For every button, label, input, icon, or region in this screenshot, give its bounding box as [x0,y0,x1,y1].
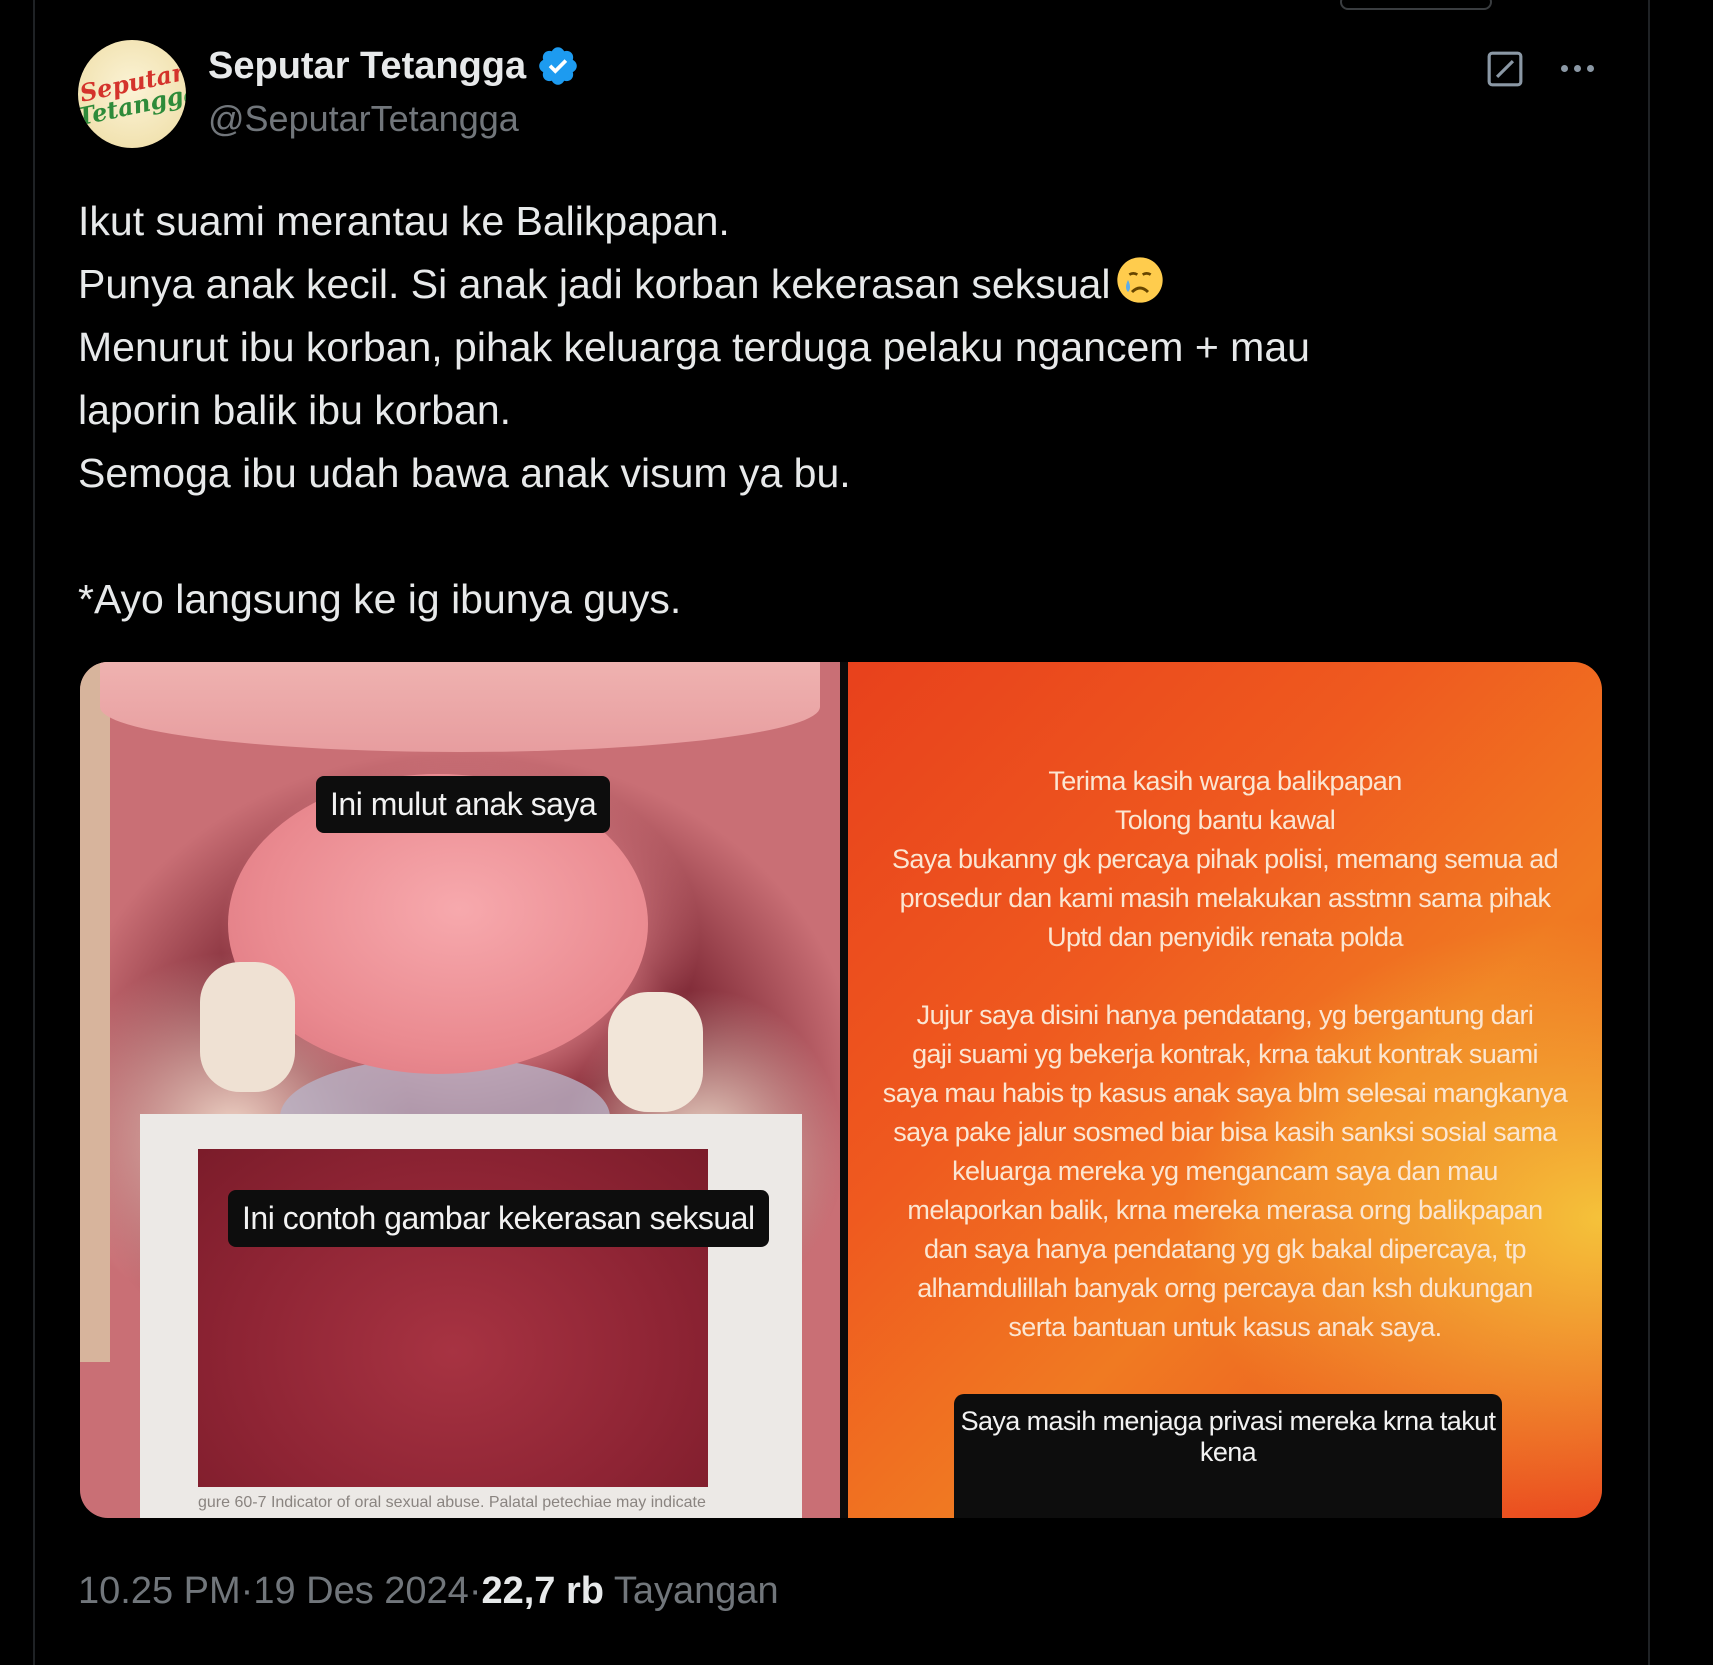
crying-face-emoji-icon [1117,257,1164,303]
author-handle[interactable]: @SeputarTetangga [208,98,519,140]
tweet-media[interactable]: gure 60-7 Indicator of oral sexual abuse… [80,662,1602,1518]
story-line: Jujur saya disini hanya pendatang, yg be… [916,1000,1534,1030]
more-dot [1560,64,1568,72]
story-line: Saya bukanny gk percaya pihak polisi, me… [891,844,1559,874]
photo-tooth [200,962,295,1092]
timeline-border-left [33,0,35,1665]
story-line: dan saya hanya pendatang yg gk bakal dip… [924,1234,1527,1264]
top-button-edge [1340,0,1492,10]
verified-badge-icon [539,47,577,85]
story-line: saya mau habis tp kasus anak saya blm se… [882,1078,1568,1108]
grok-icon[interactable] [1486,50,1524,88]
story-line: gaji suami yg bekerja kontrak, krna taku… [912,1039,1538,1069]
story-line: Uptd dan penyidik renata polda [1047,922,1403,952]
photo-tooth [608,992,703,1112]
story-line: Terima kasih warga balikpapan [1048,766,1402,796]
story-gap [878,957,1572,996]
display-name[interactable]: Seputar Tetangga [208,45,526,88]
story-line: prosedur dan kami masih melakukan asstmn… [899,883,1551,913]
tweet-line: laporin balik ibu korban. [78,387,512,433]
more-dot [1573,64,1581,72]
reference-photo-caption: gure 60-7 Indicator of oral sexual abuse… [198,1494,706,1511]
photo-skin-edge [80,662,110,1362]
story-text: Terima kasih warga balikpapan Tolong ban… [878,762,1572,1347]
media-divider [840,662,848,1518]
tweet-line-with-emoji: Punya anak kecil. Si anak jadi korban ke… [78,253,1618,316]
media-story-screenshot[interactable]: Terima kasih warga balikpapan Tolong ban… [848,662,1602,1518]
tweet-time[interactable]: 10.25 PM [78,1570,241,1613]
meta-separator: · [468,1570,482,1612]
story-line: melaporkan balik, krna mereka merasa orn… [907,1195,1543,1225]
photo-label-example: Ini contoh gambar kekerasan seksual [228,1190,769,1247]
tweet-text: Ikut suami merantau ke Balikpapan. Punya… [78,190,1618,631]
timeline-border-right [1648,0,1650,1665]
tweet-line: Punya anak kecil. Si anak jadi korban ke… [78,261,1111,307]
more-icon[interactable] [1552,48,1602,88]
story-line: saya pake jalur sosmed biar bisa kasih s… [893,1117,1557,1147]
tweet-date[interactable]: 19 Des 2024 [253,1570,469,1613]
tweet-line: Semoga ibu udah bawa anak visum ya bu. [78,450,851,496]
media-photo-mouth[interactable]: gure 60-7 Indicator of oral sexual abuse… [80,662,840,1518]
tweet-line: Menurut ibu korban, pihak keluarga terdu… [78,324,1310,370]
tweet-line: Ikut suami merantau ke Balikpapan. [78,198,730,244]
meta-separator: · [240,1570,254,1612]
author-name-row: Seputar Tetangga [208,42,580,90]
story-line: keluarga mereka yg mengancam saya dan ma… [952,1156,1498,1186]
avatar[interactable]: Seputar Tetangga [78,40,186,148]
story-line: Tolong bantu kawal [1114,805,1336,835]
reference-photo: gure 60-7 Indicator of oral sexual abuse… [140,1114,802,1518]
photo-label-mouth: Ini mulut anak saya [316,776,611,833]
tweet-line: *Ayo langsung ke ig ibunya guys. [78,576,682,622]
story-bottom-box: Saya masih menjaga privasi mereka krna t… [954,1394,1502,1518]
more-dot [1586,64,1594,72]
story-line: alhamdulillah banyak orng percaya dan ks… [917,1273,1533,1303]
photo-upper-lip [100,662,820,752]
tweet-meta: 10.25 PM · 19 Des 2024 · 22,7 rb Tayanga… [78,1570,779,1613]
views-count[interactable]: 22,7 rb [481,1570,604,1613]
views-label: Tayangan [604,1570,779,1612]
story-line: serta bantuan untuk kasus anak saya. [1008,1312,1442,1342]
